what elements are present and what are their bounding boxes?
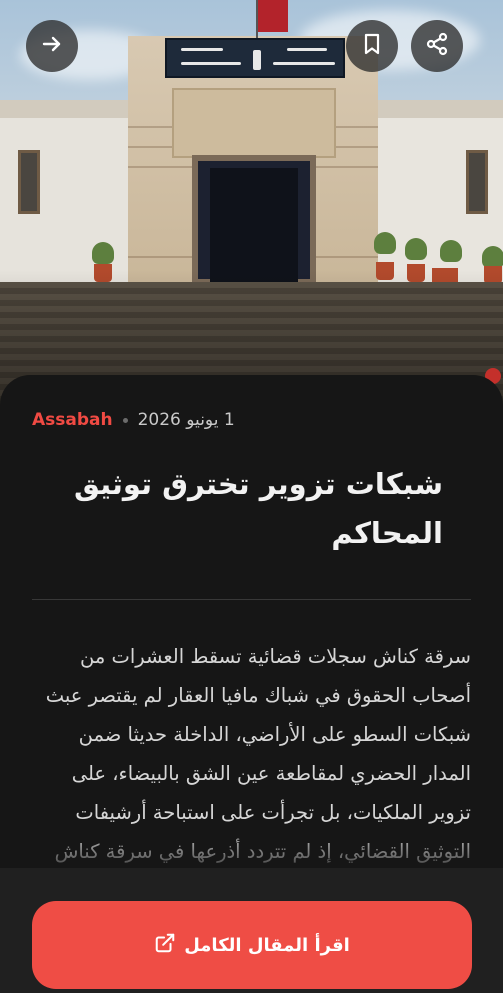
share-button[interactable] bbox=[411, 20, 463, 72]
article-meta: Assabah 1 يونيو 2026 bbox=[32, 410, 235, 430]
excerpt-fade bbox=[0, 827, 503, 872]
meta-separator-dot bbox=[122, 417, 128, 423]
bottom-action-bar: اقرأ المقال الكامل bbox=[0, 868, 503, 993]
read-full-article-label: اقرأ المقال الكامل bbox=[184, 934, 350, 956]
read-full-article-button[interactable]: اقرأ المقال الكامل bbox=[32, 901, 472, 989]
back-button[interactable] bbox=[26, 20, 78, 72]
bookmark-button[interactable] bbox=[346, 20, 398, 72]
bookmark-icon bbox=[360, 32, 384, 60]
title-divider bbox=[32, 599, 471, 600]
share-icon bbox=[425, 32, 449, 60]
publish-date: 1 يونيو 2026 bbox=[137, 410, 235, 430]
article-title: شبكات تزوير تخترق توثيق المحاكم bbox=[74, 467, 443, 550]
arrow-right-icon bbox=[40, 32, 64, 60]
external-link-icon bbox=[154, 932, 176, 959]
source-label[interactable]: Assabah bbox=[32, 410, 113, 430]
